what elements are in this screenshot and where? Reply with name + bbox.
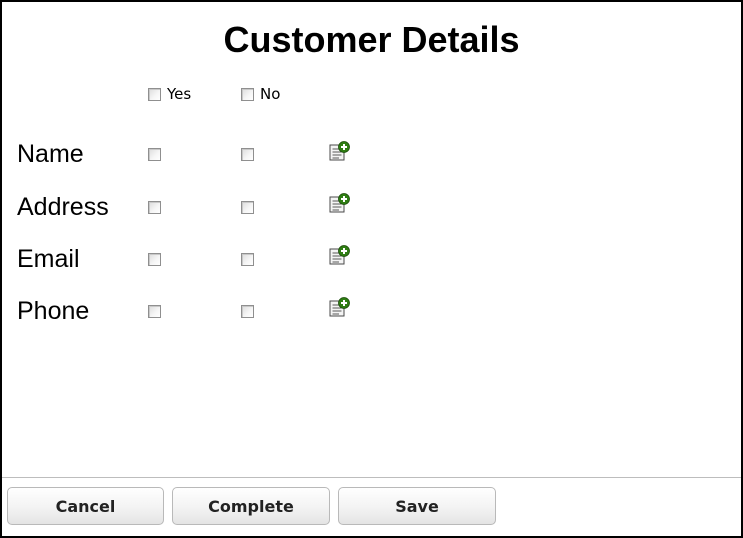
row-label-phone: Phone bbox=[17, 297, 90, 325]
no-choice[interactable]: No bbox=[241, 84, 280, 104]
address-no-checkbox[interactable] bbox=[241, 201, 254, 214]
note-add-icon[interactable] bbox=[329, 245, 351, 265]
yes-choice[interactable]: Yes bbox=[148, 84, 191, 104]
footer-divider bbox=[2, 477, 741, 478]
cancel-button[interactable]: Cancel bbox=[7, 487, 164, 525]
name-no-checkbox[interactable] bbox=[241, 148, 254, 161]
note-add-icon[interactable] bbox=[329, 141, 351, 161]
yes-label: Yes bbox=[167, 85, 192, 103]
address-yes-checkbox[interactable] bbox=[148, 201, 161, 214]
note-add-icon[interactable] bbox=[329, 193, 351, 213]
phone-no-checkbox[interactable] bbox=[241, 305, 254, 318]
page-title: Customer Details bbox=[223, 19, 520, 60]
no-checkbox[interactable] bbox=[241, 87, 254, 101]
form-window bbox=[0, 0, 743, 538]
phone-yes-checkbox[interactable] bbox=[148, 305, 161, 318]
note-add-icon[interactable] bbox=[329, 297, 351, 317]
row-label-name: Name bbox=[17, 140, 84, 168]
complete-button[interactable]: Complete bbox=[172, 487, 330, 525]
row-label-email: Email bbox=[17, 245, 80, 273]
row-label-address: Address bbox=[17, 193, 109, 221]
name-yes-checkbox[interactable] bbox=[148, 148, 161, 161]
no-label: No bbox=[260, 85, 281, 103]
save-button[interactable]: Save bbox=[338, 487, 496, 525]
email-yes-checkbox[interactable] bbox=[148, 253, 161, 266]
yes-checkbox[interactable] bbox=[148, 87, 161, 101]
email-no-checkbox[interactable] bbox=[241, 253, 254, 266]
